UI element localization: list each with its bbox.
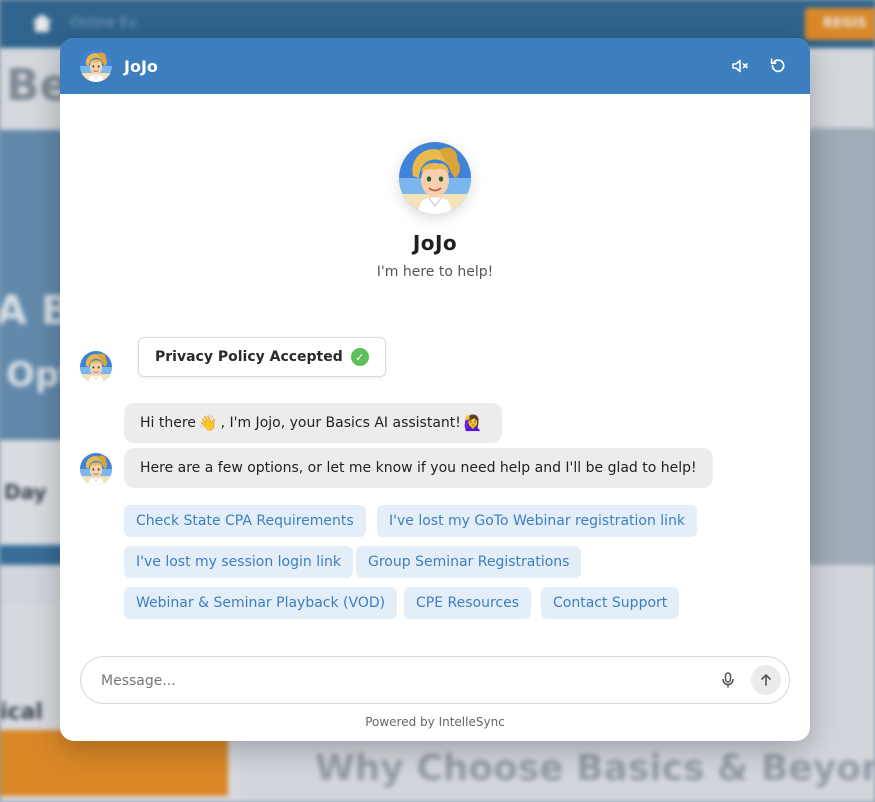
quick-reply-chip[interactable]: Contact Support — [541, 587, 680, 619]
message-input[interactable] — [101, 670, 701, 692]
greeting-text-middle: , I'm Jojo, your Basics AI assistant! — [220, 415, 461, 431]
assistant-intro: JoJo I'm here to help! — [60, 142, 810, 280]
message-composer — [80, 656, 790, 704]
quick-reply-chip[interactable]: I've lost my session login link — [124, 546, 353, 578]
refresh-icon — [770, 58, 785, 73]
quick-reply-chip[interactable]: I've lost my GoTo Webinar registration l… — [377, 505, 698, 537]
assistant-avatar — [80, 50, 112, 82]
raising-hand-icon: 🙋‍♀️ — [463, 414, 483, 432]
reset-chat-button[interactable] — [766, 54, 790, 78]
message-avatar — [80, 351, 112, 383]
speaker-muted-icon — [732, 59, 748, 73]
waving-hand-icon: 👋 — [198, 414, 218, 432]
arrow-up-icon — [761, 674, 771, 686]
greeting-text-start: Hi there — [140, 415, 196, 431]
mute-button[interactable] — [728, 54, 752, 78]
check-circle-icon: ✓ — [350, 348, 369, 366]
privacy-badge-label: Privacy Policy Accepted — [155, 349, 343, 365]
intro-subtitle: I'm here to help! — [376, 264, 494, 280]
quick-reply-chip[interactable]: CPE Resources — [404, 587, 532, 619]
quick-reply-chip[interactable]: Group Seminar Registrations — [356, 546, 582, 578]
quick-reply-chip[interactable]: Webinar & Seminar Playback (VOD) — [124, 587, 398, 619]
message-bubble-greeting: Hi there 👋 , I'm Jojo, your Basics AI as… — [124, 403, 502, 443]
powered-by-footer: Powered by IntelleSync — [365, 715, 505, 729]
message-bubble-options: Here are a few options, or let me know i… — [124, 448, 713, 488]
chat-widget: JoJo JoJo I'm here to help! Privacy Poli… — [60, 38, 810, 741]
assistant-avatar-large — [399, 142, 471, 214]
assistant-name: JoJo — [124, 57, 158, 76]
voice-input-button[interactable] — [717, 669, 739, 691]
privacy-accepted-badge: Privacy Policy Accepted ✓ — [138, 337, 386, 377]
intro-title: JoJo — [412, 231, 458, 255]
message-avatar — [80, 453, 112, 485]
send-button[interactable] — [751, 665, 781, 695]
options-message-text: Here are a few options, or let me know i… — [140, 460, 697, 476]
chat-header: JoJo — [60, 38, 810, 94]
quick-reply-chip[interactable]: Check State CPA Requirements — [124, 505, 366, 537]
microphone-icon — [722, 672, 734, 688]
